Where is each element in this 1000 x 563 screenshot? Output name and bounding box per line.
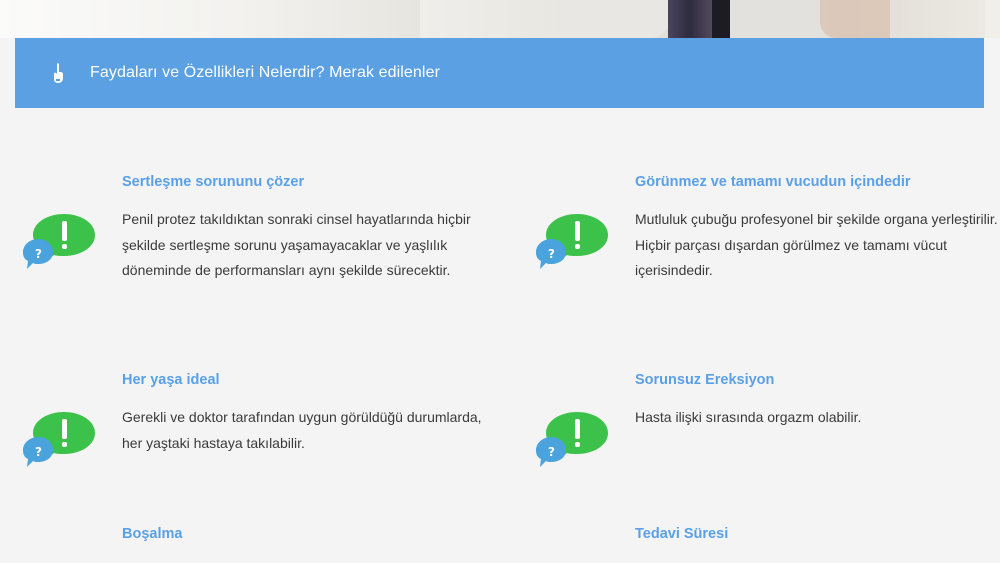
doctor-hand bbox=[820, 0, 890, 38]
feature-heading: Görünmez ve tamamı vucudun içindedir bbox=[635, 174, 911, 190]
feature-text: Penil protez takıldıktan sonraki cinsel … bbox=[122, 211, 471, 278]
svg-text:?: ? bbox=[548, 445, 555, 459]
feature-heading: Sorunsuz Ereksiyon bbox=[635, 372, 775, 388]
feature-heading: Tedavi Süresi bbox=[635, 526, 729, 542]
feature-heading: Boşalma bbox=[122, 526, 183, 542]
feature-text: Gerekli ve doktor tarafından uygun görül… bbox=[122, 409, 482, 451]
faq-bubbles-icon: ? bbox=[535, 212, 610, 274]
svg-text:?: ? bbox=[35, 445, 42, 459]
svg-text:?: ? bbox=[548, 247, 555, 261]
faq-bubbles-icon: ? bbox=[22, 410, 97, 472]
doctor-coat-left bbox=[560, 0, 670, 38]
doctor-shirt bbox=[712, 0, 730, 38]
pointer-hand-icon bbox=[50, 62, 68, 84]
feature-text: Mutluluk çubuğu profesyonel bir şekilde … bbox=[635, 211, 998, 278]
banner-title: Faydaları ve Özellikleri Nelerdir? Merak… bbox=[90, 64, 441, 81]
faq-bubbles-icon: ? bbox=[535, 410, 610, 472]
hero-image bbox=[0, 0, 1000, 38]
feature-heading: Sertleşme sorununu çözer bbox=[122, 174, 305, 190]
feature-text: Hasta ilişki sırasında orgazm olabilir. bbox=[635, 409, 862, 425]
hero-background-left bbox=[0, 0, 420, 38]
section-banner: Faydaları ve Özellikleri Nelerdir? Merak… bbox=[15, 38, 984, 108]
doctor-tie bbox=[668, 0, 712, 38]
doctor-coat-right bbox=[730, 0, 830, 38]
feature-heading: Her yaşa ideal bbox=[122, 372, 220, 388]
svg-text:?: ? bbox=[35, 247, 42, 261]
faq-bubbles-icon: ? bbox=[22, 212, 97, 274]
